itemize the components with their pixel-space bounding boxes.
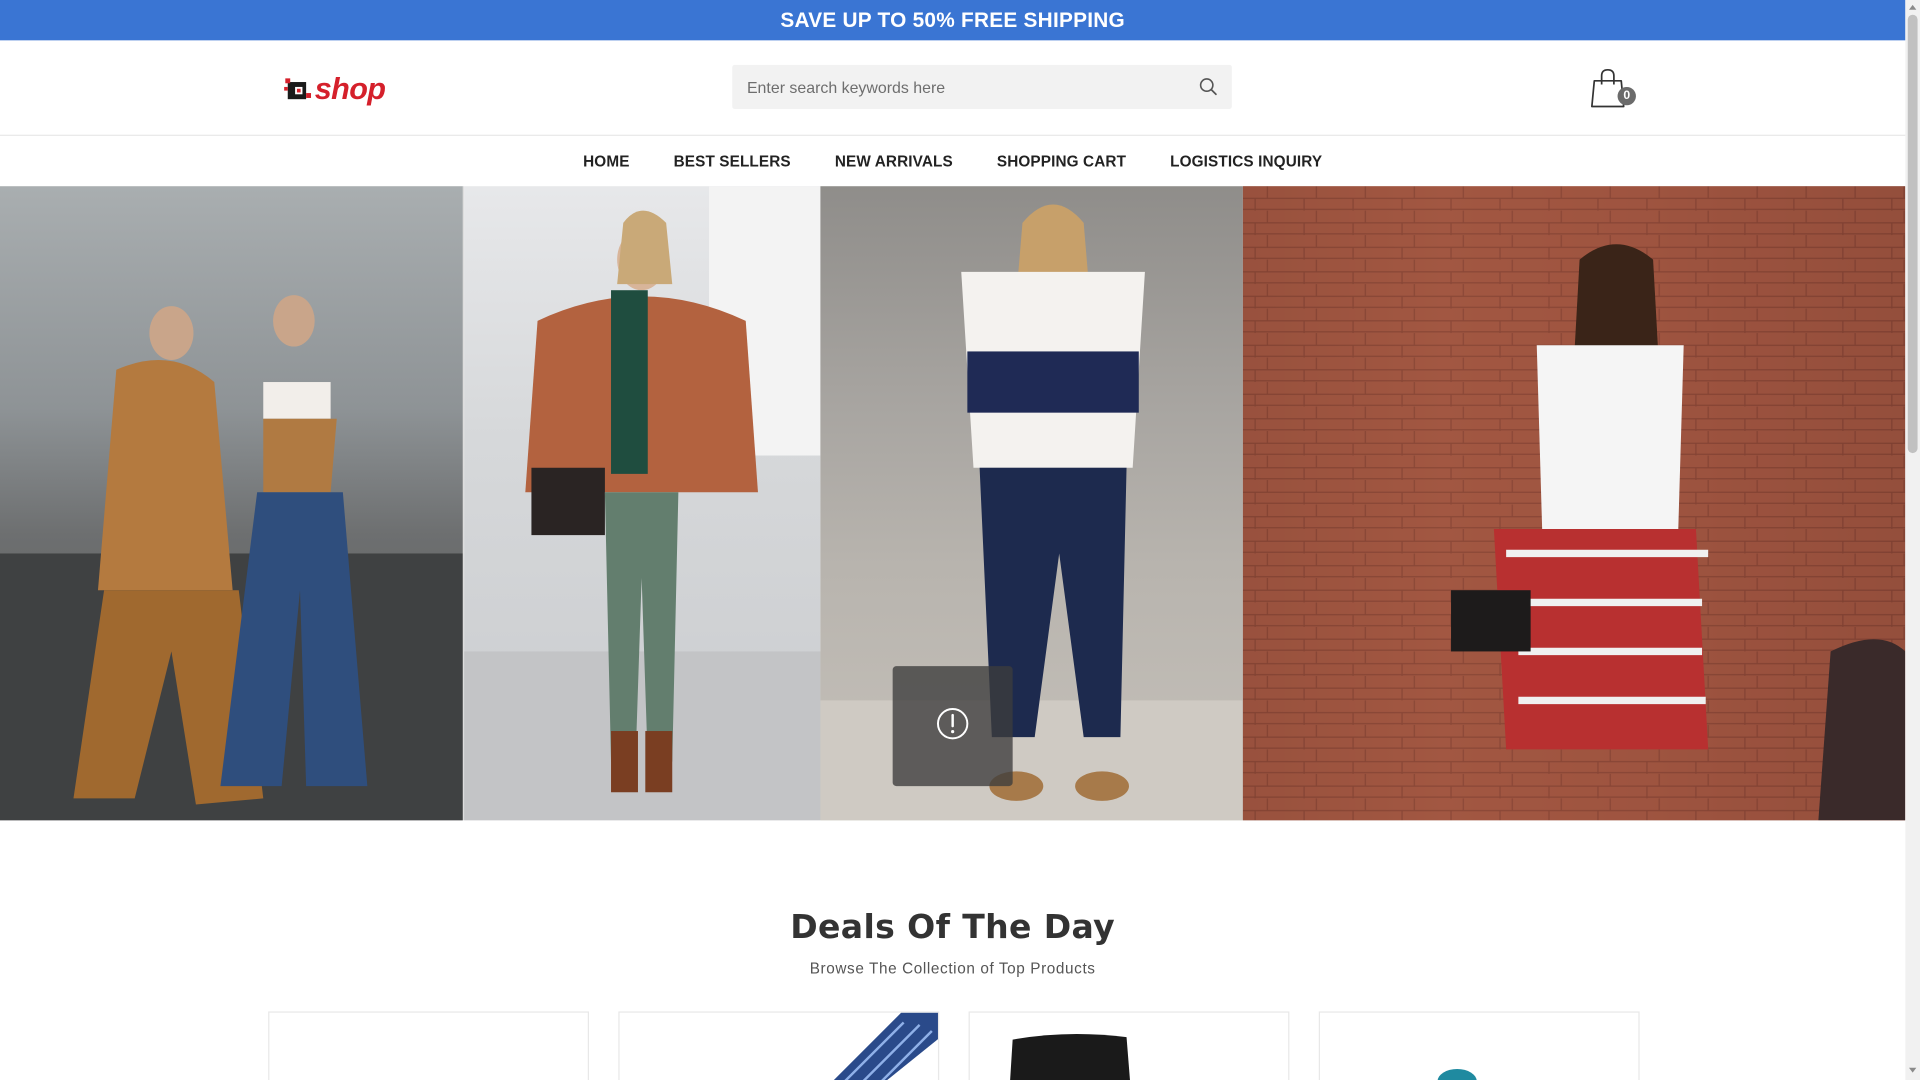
nav-item-shopping-cart[interactable]: SHOPPING CART — [975, 152, 1148, 169]
cart-button[interactable]: 0 — [1589, 67, 1638, 111]
cart-count-badge: 0 — [1617, 86, 1636, 106]
deals-subtitle: Browse The Collection of Top Products — [809, 960, 1096, 978]
hero-photo-4 — [1242, 186, 1906, 821]
nav-item-new-arrivals[interactable]: NEW ARRIVALS — [813, 152, 975, 169]
hero-photo-2 — [462, 186, 821, 821]
announcement-bar: SAVE UP TO 50% FREE SHIPPING — [0, 0, 1906, 41]
search-input[interactable] — [732, 64, 1186, 109]
product-image — [833, 1012, 938, 1080]
search-box — [732, 64, 1232, 109]
nav-item-logistics-inquiry[interactable]: LOGISTICS INQUIRY — [1148, 152, 1344, 169]
hero-photo-3 — [820, 186, 1243, 821]
hero-photo-1 — [0, 186, 463, 821]
alert-circle-icon — [934, 705, 971, 748]
logo-text: shop — [314, 72, 386, 107]
product-image — [1437, 1068, 1477, 1080]
search-icon[interactable] — [1198, 76, 1220, 98]
hero-banner[interactable] — [0, 186, 1906, 821]
scroll-up-icon[interactable] — [1908, 2, 1918, 12]
product-image — [1010, 1034, 1130, 1080]
media-overlay[interactable] — [892, 666, 1013, 787]
scroll-down-icon[interactable] — [1908, 1065, 1918, 1075]
page-scrollbar[interactable] — [1905, 0, 1920, 1080]
site-header: shop 0 — [0, 40, 1906, 136]
nav-item-best-sellers[interactable]: BEST SELLERS — [652, 152, 813, 169]
product-card[interactable] — [1318, 1011, 1640, 1080]
product-card[interactable] — [968, 1011, 1290, 1080]
nav-item-home[interactable]: HOME — [561, 152, 651, 169]
product-card[interactable] — [618, 1011, 940, 1080]
site-logo[interactable]: shop — [284, 72, 386, 107]
announcement-text: SAVE UP TO 50% FREE SHIPPING — [780, 8, 1125, 32]
deals-title: Deals Of The Day — [790, 908, 1116, 947]
main-nav: HOME BEST SELLERS NEW ARRIVALS SHOPPING … — [0, 135, 1906, 187]
logo-mark-icon — [284, 75, 313, 104]
scrollbar-thumb[interactable] — [1907, 14, 1918, 454]
product-card[interactable] — [268, 1011, 589, 1080]
